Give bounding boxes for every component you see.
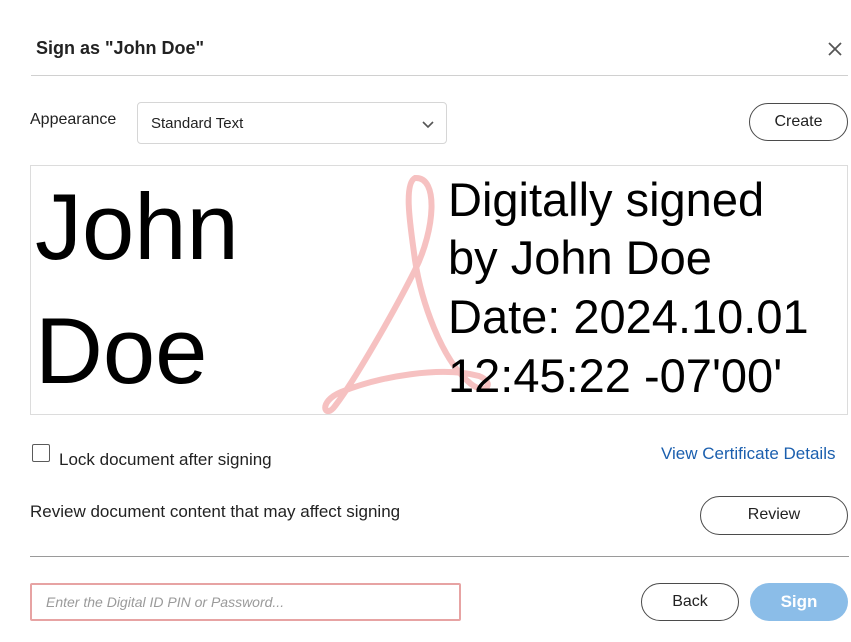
appearance-selected-value: Standard Text (151, 115, 244, 132)
lock-document-checkbox[interactable] (32, 444, 50, 462)
lock-document-label: Lock document after signing (59, 450, 272, 469)
sign-button[interactable]: Sign (750, 583, 848, 621)
back-button[interactable]: Back (641, 583, 739, 621)
signature-detail-line: by John Doe (448, 231, 712, 284)
signature-name-line2: Doe (35, 298, 208, 403)
close-icon (828, 42, 842, 56)
signature-detail-line: Digitally signed (448, 173, 765, 226)
signature-date-line: Date: 2024.10.01 (448, 290, 809, 343)
review-button[interactable]: Review (700, 496, 848, 535)
title-divider (31, 75, 848, 76)
appearance-dropdown[interactable]: Standard Text (137, 102, 447, 144)
sign-dialog: Sign as "John Doe" Appearance Standard T… (0, 0, 851, 642)
signature-time-line: 12:45:22 -07'00' (448, 349, 783, 402)
dialog-title: Sign as "John Doe" (36, 38, 205, 58)
view-certificate-link[interactable]: View Certificate Details (661, 444, 835, 464)
signature-name-line1: John (35, 174, 239, 279)
close-button[interactable] (822, 36, 848, 62)
chevron-down-icon (422, 121, 434, 129)
pin-password-input[interactable] (30, 583, 461, 621)
review-description: Review document content that may affect … (30, 502, 401, 521)
create-button[interactable]: Create (749, 103, 848, 141)
footer-divider (30, 556, 849, 557)
signature-preview: John Doe Digitally signed by John Doe Da… (30, 165, 848, 415)
appearance-label: Appearance (30, 111, 117, 128)
